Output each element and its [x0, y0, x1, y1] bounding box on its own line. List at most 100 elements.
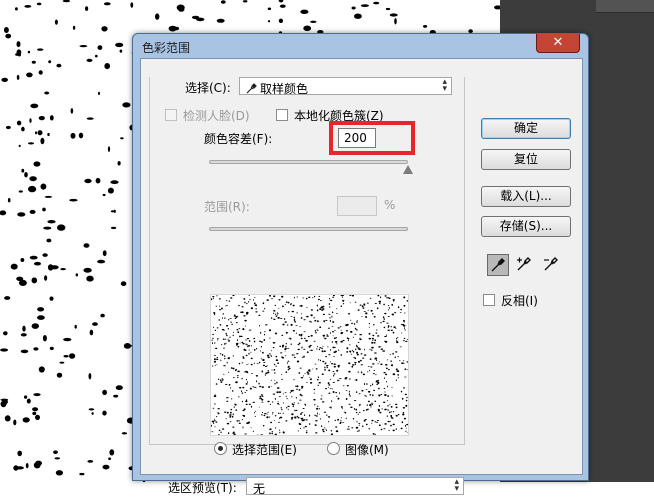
speck: [319, 326, 322, 328]
speck: [297, 344, 300, 346]
eyedropper-add-tool[interactable]: [514, 254, 536, 276]
title-bar[interactable]: 色彩范围 ✕: [133, 34, 588, 58]
speck: [220, 379, 222, 382]
speck: [380, 428, 383, 431]
speck: [261, 370, 264, 373]
image-radio[interactable]: [327, 442, 340, 455]
speck: [292, 330, 296, 332]
speck: [20, 349, 29, 354]
speck: [373, 316, 376, 318]
speck: [264, 374, 266, 376]
speck: [259, 324, 260, 327]
speck: [276, 313, 279, 315]
image-radio-label: 图像(M): [345, 443, 389, 457]
load-button[interactable]: 载入(L)...: [481, 186, 571, 207]
speck: [355, 348, 357, 351]
speck: [299, 399, 302, 401]
speck: [271, 369, 273, 371]
speck: [319, 418, 321, 420]
speck: [330, 361, 331, 363]
fuzziness-input[interactable]: 200: [338, 128, 376, 148]
speck: [339, 326, 342, 328]
speck: [236, 375, 239, 377]
speck: [230, 408, 233, 411]
fuzziness-slider-track[interactable]: [209, 160, 408, 164]
speck: [120, 281, 127, 287]
speck: [356, 353, 359, 356]
speck: [399, 312, 402, 313]
speck: [302, 297, 305, 299]
close-button[interactable]: ✕: [536, 34, 580, 53]
speck: [102, 464, 110, 470]
localized-clusters-checkbox[interactable]: [276, 109, 288, 121]
speck: [287, 301, 290, 304]
fuzziness-slider-thumb[interactable]: [403, 165, 413, 174]
speck: [330, 363, 334, 365]
speck: [298, 334, 301, 336]
speck: [24, 172, 28, 178]
speck: [335, 426, 338, 428]
speck: [403, 296, 406, 299]
speck: [222, 317, 223, 320]
speck: [273, 295, 276, 298]
speck: [264, 307, 266, 310]
speck: [390, 415, 393, 417]
selection-radio[interactable]: [214, 442, 227, 455]
speck: [404, 424, 406, 427]
speck: [27, 185, 37, 193]
speck: [317, 345, 318, 348]
speck: [318, 348, 321, 351]
speck: [233, 315, 236, 317]
range-slider-track[interactable]: [209, 227, 408, 231]
speck: [300, 377, 304, 379]
speck: [389, 353, 391, 356]
select-dropdown[interactable]: 取样颜色 ▴ ▾: [239, 77, 452, 96]
speck: [279, 352, 283, 354]
eyedropper-subtract-tool[interactable]: [541, 254, 563, 276]
detect-faces-checkbox[interactable]: [165, 109, 177, 121]
speck: [370, 309, 373, 312]
speck: [252, 401, 255, 403]
speck: [328, 386, 329, 388]
speck: [282, 412, 285, 414]
speck: [47, 132, 50, 137]
eyedropper-tool[interactable]: [487, 254, 509, 276]
speck: [33, 347, 39, 351]
speck: [391, 395, 393, 397]
speck: [217, 413, 220, 415]
speck: [270, 355, 273, 357]
speck: [282, 323, 285, 326]
invert-checkbox[interactable]: [483, 294, 495, 306]
speck: [291, 418, 293, 420]
speck: [406, 396, 408, 399]
eyedropper-icon: [246, 83, 257, 94]
speck: [282, 431, 285, 434]
speck: [21, 168, 25, 173]
speck: [328, 327, 330, 329]
speck: [236, 339, 238, 342]
ok-button[interactable]: 确定: [481, 118, 571, 139]
speck: [396, 370, 399, 372]
speck: [297, 430, 299, 432]
speck: [383, 326, 386, 329]
speck: [86, 58, 93, 63]
speck: [264, 413, 267, 415]
speck: [323, 320, 325, 323]
speck: [299, 393, 302, 396]
speck: [251, 345, 252, 347]
speck: [70, 108, 74, 114]
preview-mode-dropdown[interactable]: 无 ▴ ▾: [246, 477, 464, 496]
speck: [238, 396, 240, 398]
speck: [395, 379, 397, 381]
speck: [318, 295, 321, 297]
speck: [392, 411, 395, 413]
speck: [248, 329, 252, 331]
speck: [328, 354, 331, 356]
speck: [298, 372, 301, 374]
speck: [263, 339, 266, 341]
speck: [402, 412, 405, 414]
save-button[interactable]: 存储(S)...: [481, 216, 571, 237]
spinner-arrows-icon: ▴ ▾: [454, 477, 459, 494]
range-input[interactable]: [337, 196, 377, 216]
reset-button[interactable]: 复位: [481, 149, 571, 170]
